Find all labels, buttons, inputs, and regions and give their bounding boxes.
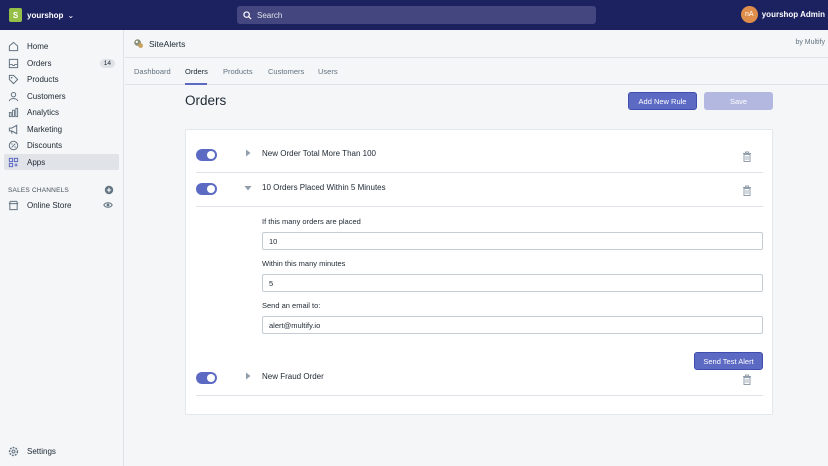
app-tabs: Dashboard Orders Products Customers User… (125, 57, 828, 85)
search-placeholder: Search (257, 10, 283, 20)
trash-icon[interactable] (742, 151, 752, 162)
add-new-rule-button[interactable]: Add New Rule (628, 92, 697, 110)
sidebar-item-label: Customers (27, 91, 66, 101)
sidebar-item-label: Home (27, 41, 49, 51)
sidebar-item-apps[interactable]: Apps (4, 154, 119, 170)
tab-orders[interactable]: Orders (185, 67, 208, 76)
sidebar-item-label: Marketing (27, 124, 63, 134)
divider (196, 206, 763, 207)
person-icon (8, 91, 19, 101)
sidebar-item-home[interactable]: Home (4, 38, 119, 54)
toggle-knob (207, 185, 215, 193)
main-content: SiteAlerts by Multify Dashboard Orders P… (125, 30, 828, 466)
store-name: yourshop (27, 10, 64, 20)
trash-icon[interactable] (742, 374, 752, 385)
rule-row: New Fraud Order (196, 362, 763, 396)
tag-icon (8, 74, 19, 84)
toggle-knob (207, 374, 215, 382)
orders-count-badge: 14 (99, 58, 115, 68)
sidebar-item-label: Analytics (27, 107, 60, 117)
tab-dashboard[interactable]: Dashboard (134, 67, 171, 76)
chevron-down-icon: ⌄ (67, 10, 75, 20)
sidebar-item-orders[interactable]: Orders 14 (4, 55, 119, 71)
rule-name[interactable]: 10 Orders Placed Within 5 Minutes (262, 183, 386, 192)
rule-name[interactable]: New Order Total More Than 100 (262, 149, 376, 158)
sidebar-item-label: Settings (27, 446, 56, 456)
email-label: Send an email to: (262, 301, 321, 310)
email-input[interactable]: alert@multify.io (262, 316, 763, 334)
sidebar-item-online-store[interactable]: Online Store (4, 197, 119, 213)
store-icon (8, 200, 19, 210)
user-menu[interactable]: nA yourshop Admin (740, 6, 825, 23)
bar-chart-icon (8, 107, 19, 117)
sidebar-item-analytics[interactable]: Analytics (4, 104, 119, 120)
active-tab-indicator (185, 83, 207, 85)
orders-count-label: If this many orders are placed (262, 217, 361, 226)
sidebar-item-discounts[interactable]: Discounts (4, 137, 119, 153)
toggle-knob (207, 151, 215, 159)
app-title: SiteAlerts (149, 38, 186, 49)
sidebar-item-label: Online Store (27, 200, 72, 210)
megaphone-icon (8, 124, 18, 134)
tab-products[interactable]: Products (223, 67, 253, 76)
caret-right-icon[interactable] (244, 372, 252, 380)
search-input[interactable]: Search (237, 6, 596, 24)
sidebar-item-products[interactable]: Products (4, 71, 119, 87)
orders-count-input[interactable]: 10 (262, 232, 763, 250)
search-icon (243, 10, 252, 20)
sidebar-item-settings[interactable]: Settings (4, 443, 119, 459)
top-bar: S yourshop ⌄ Search nA yourshop Admin (0, 0, 828, 30)
minutes-label: Within this many minutes (262, 259, 346, 268)
orders-icon (8, 58, 19, 68)
divider (196, 395, 763, 396)
sitealerts-logo-icon (134, 39, 143, 48)
gear-icon (8, 446, 19, 456)
rules-card: New Order Total More Than 100 10 Orders … (185, 129, 773, 415)
caret-down-icon[interactable] (244, 184, 252, 192)
sidebar: Home Orders 14 Products Customers Analyt… (0, 30, 124, 466)
add-channel-icon[interactable] (104, 185, 114, 195)
save-button[interactable]: Save (704, 92, 773, 110)
sales-channels-title: SALES CHANNELS (8, 186, 69, 194)
shopify-logo-icon: S (9, 8, 22, 22)
minutes-input[interactable]: 5 (262, 274, 763, 292)
tab-customers[interactable]: Customers (268, 67, 304, 76)
rule-enabled-toggle[interactable] (196, 183, 217, 195)
user-name: yourshop Admin (761, 10, 825, 19)
sidebar-item-label: Discounts (27, 140, 63, 150)
page-title: Orders (185, 93, 227, 108)
trash-icon[interactable] (742, 185, 752, 196)
sidebar-item-label: Products (27, 74, 59, 84)
sales-channels-header: SALES CHANNELS (8, 185, 114, 195)
rule-row: 10 Orders Placed Within 5 Minutes (196, 173, 763, 207)
sidebar-item-label: Orders (27, 58, 52, 68)
home-icon (8, 41, 19, 51)
rule-enabled-toggle[interactable] (196, 372, 217, 384)
avatar: nA (740, 6, 758, 23)
rule-enabled-toggle[interactable] (196, 149, 217, 161)
apps-icon (8, 157, 19, 167)
tab-users[interactable]: Users (318, 67, 338, 76)
rule-name[interactable]: New Fraud Order (262, 372, 324, 381)
caret-right-icon[interactable] (244, 149, 252, 157)
developer-credit: by Multify (795, 39, 825, 46)
eye-icon[interactable] (103, 200, 113, 210)
discount-icon (8, 140, 19, 150)
sidebar-item-customers[interactable]: Customers (4, 88, 119, 104)
rule-row: New Order Total More Than 100 (196, 139, 763, 173)
store-switcher[interactable]: S yourshop ⌄ (0, 0, 124, 30)
sidebar-item-marketing[interactable]: Marketing (4, 121, 119, 137)
app-header: SiteAlerts (125, 30, 828, 57)
sidebar-item-label: Apps (27, 157, 46, 167)
